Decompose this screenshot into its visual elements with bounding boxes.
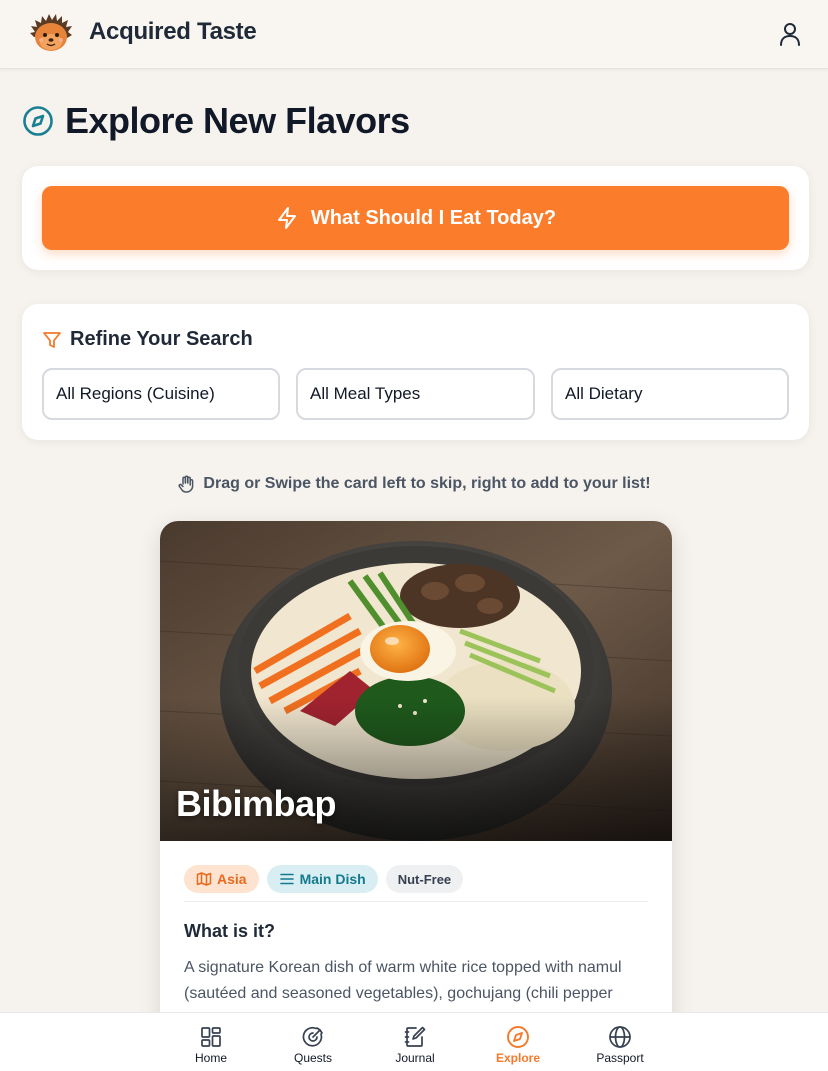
nav-passport[interactable]: Passport bbox=[580, 1013, 660, 1071]
region-tag: Asia bbox=[184, 865, 259, 893]
random-pick-card: What Should I Eat Today? bbox=[22, 166, 809, 270]
nav-journal-label: Journal bbox=[395, 1051, 435, 1065]
user-icon[interactable] bbox=[776, 20, 804, 48]
meal-type-select[interactable]: All Meal Types bbox=[296, 368, 535, 420]
target-icon bbox=[302, 1026, 323, 1047]
page-title: Explore New Flavors bbox=[65, 100, 410, 141]
what-should-i-eat-button[interactable]: What Should I Eat Today? bbox=[42, 186, 789, 250]
nav-quests[interactable]: Quests bbox=[273, 1013, 353, 1071]
dietary-select[interactable]: All Dietary bbox=[551, 368, 789, 420]
dietary-tag: Nut-Free bbox=[385, 865, 464, 893]
list-icon bbox=[279, 873, 294, 885]
map-icon bbox=[196, 872, 212, 886]
description-heading: What is it? bbox=[184, 921, 275, 941]
globe-icon bbox=[609, 1026, 631, 1048]
divider bbox=[184, 901, 648, 902]
region-select[interactable]: All Regions (Cuisine) bbox=[42, 368, 280, 420]
grid-icon bbox=[201, 1027, 221, 1047]
what-should-i-eat-label: What Should I Eat Today? bbox=[310, 206, 557, 229]
compass-icon bbox=[23, 106, 53, 136]
swipe-hint: Drag or Swipe the card left to skip, rig… bbox=[0, 475, 828, 493]
app-title: Acquired Taste bbox=[89, 18, 257, 45]
refine-search-header: Refine Your Search bbox=[42, 328, 253, 351]
refine-search-card: Refine Your Search All Regions (Cuisine)… bbox=[22, 304, 809, 440]
nav-journal[interactable]: Journal bbox=[375, 1013, 455, 1071]
notebook-icon bbox=[404, 1026, 426, 1047]
nav-passport-label: Passport bbox=[596, 1051, 644, 1065]
nav-quests-label: Quests bbox=[293, 1051, 332, 1065]
dietary-tag-label: Nut-Free bbox=[397, 871, 452, 887]
nav-explore[interactable]: Explore bbox=[478, 1013, 558, 1071]
lightning-icon bbox=[277, 207, 296, 229]
top-app-bar: Acquired Taste bbox=[0, 0, 828, 69]
compass-icon bbox=[507, 1026, 529, 1048]
refine-search-title: Refine Your Search bbox=[70, 328, 253, 350]
hand-icon bbox=[178, 475, 194, 493]
nav-explore-label: Explore bbox=[495, 1051, 540, 1065]
meal-tag: Main Dish bbox=[266, 865, 378, 893]
bottom-nav: Home Quests Journal Explore Passport bbox=[0, 1012, 828, 1071]
dish-name: Bibimbap bbox=[176, 783, 337, 824]
dish-swipe-card[interactable]: Bibimbap Asia Main Dish Nut-Free What is… bbox=[160, 521, 672, 1071]
dish-tags: Asia Main Dish Nut-Free bbox=[184, 865, 464, 893]
region-tag-label: Asia bbox=[217, 871, 247, 887]
hedgehog-logo-icon[interactable] bbox=[30, 13, 72, 53]
page-header: Explore New Flavors bbox=[22, 100, 410, 142]
filter-icon bbox=[43, 331, 61, 348]
swipe-hint-text: Drag or Swipe the card left to skip, rig… bbox=[203, 475, 651, 492]
meal-tag-label: Main Dish bbox=[299, 871, 366, 887]
nav-home-label: Home bbox=[194, 1051, 227, 1065]
nav-home[interactable]: Home bbox=[171, 1013, 251, 1071]
dish-description: A signature Korean dish of warm white ri… bbox=[184, 959, 622, 1002]
